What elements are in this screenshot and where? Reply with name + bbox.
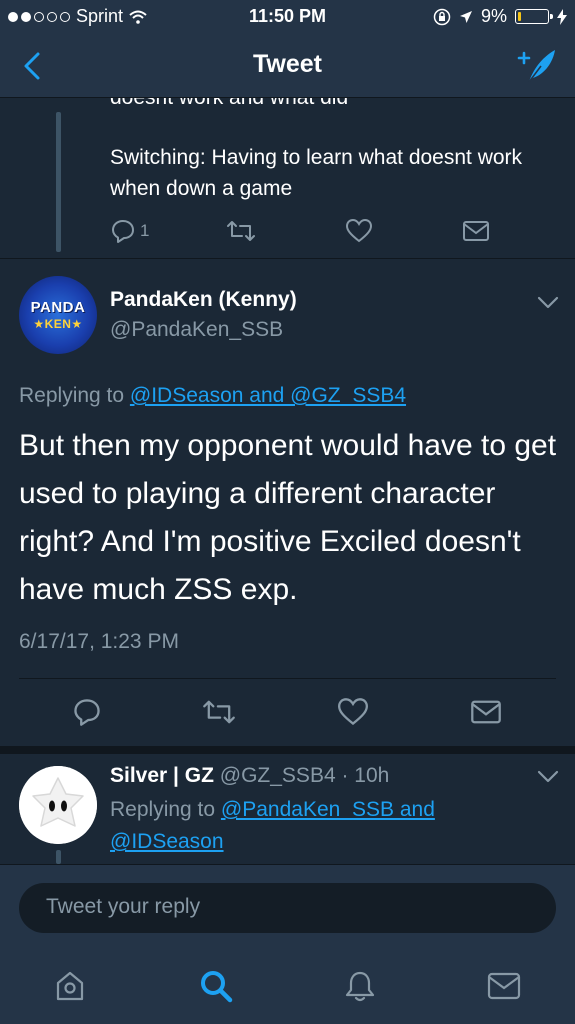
battery-icon [515,9,553,24]
reply-author-name: Silver | GZ [110,764,214,787]
nav-bar: Tweet [0,34,575,98]
compose-tweet-icon[interactable] [515,46,559,86]
reply-replying-to: Replying to @PandaKen_SSB and @IDSeason [110,794,510,858]
retweet-icon[interactable] [226,218,256,244]
page-title: Tweet [253,50,322,78]
tab-messages[interactable] [484,966,524,1006]
like-icon[interactable] [346,219,372,243]
tweet-text: But then my opponent would have to get u… [19,429,557,606]
messages-icon [487,972,521,1000]
home-icon [56,971,84,1001]
divider [19,678,556,679]
location-icon [459,10,472,23]
avatar-logo-subtext: ★KEN★ [33,317,83,331]
reply-author-handle: @GZ_SSB4 · 10h [219,764,390,787]
replying-to: Replying to @IDSeason and @GZ_SSB4 [19,384,406,408]
tab-notifications[interactable] [340,966,380,1006]
replying-to-link[interactable]: @PandaKen_SSB and [221,798,435,821]
thread-line [56,112,61,252]
rotation-lock-icon [433,8,451,25]
tweet-timestamp: 6/17/17, 1:23 PM [19,630,179,653]
reply-button[interactable]: 1 [110,218,149,244]
avatar-logo-text: PANDA [30,299,86,316]
notifications-icon [345,971,375,1002]
previous-tweet-actions: 1 [110,216,490,246]
tweet-thread: doesnt work and what did Switching: Havi… [0,98,575,864]
like-icon[interactable] [338,698,368,726]
replying-to-link[interactable]: @IDSeason [110,830,224,853]
tab-bar [0,948,575,1024]
battery-percent: 9% [480,6,507,26]
author-handle[interactable]: @PandaKen_SSB [110,318,283,342]
reply-bar: Tweet your reply [0,864,575,948]
reply-count: 1 [140,221,150,240]
reply-icon [112,220,134,243]
author-name[interactable]: PandaKen (Kenny) [110,288,297,312]
share-icon[interactable] [470,699,502,725]
search-icon [201,971,233,1003]
replying-prefix: Replying to [110,798,216,821]
tab-home[interactable] [50,966,90,1006]
previous-tweet-text: Switching: Having to learn what doesnt w… [110,146,523,200]
reply-author[interactable]: Silver | GZ @GZ_SSB4 · 10h [110,764,389,788]
status-bar: Sprint 11:50 PM 9% [0,0,575,34]
tab-search[interactable] [196,966,236,1006]
charging-icon [557,8,567,25]
avatar[interactable]: PANDA ★KEN★ [19,276,97,354]
chevron-down-icon[interactable] [537,296,559,310]
chevron-down-icon[interactable] [537,770,559,784]
status-right: 9% [433,6,567,27]
divider [0,258,575,259]
reply-input[interactable]: Tweet your reply [19,883,556,933]
tweet-actions [72,696,512,728]
share-icon[interactable] [462,220,490,242]
avatar[interactable] [19,766,97,844]
section-divider [0,746,575,754]
retweet-icon[interactable] [202,697,236,727]
replying-prefix: Replying to [19,384,125,407]
thread-line [56,850,61,864]
previous-tweet-partial-text: doesnt work and what did [110,98,348,110]
reply-icon[interactable] [72,697,102,727]
star-character-icon [19,766,97,844]
replying-to-link[interactable]: @IDSeason and @GZ_SSB4 [130,384,406,407]
